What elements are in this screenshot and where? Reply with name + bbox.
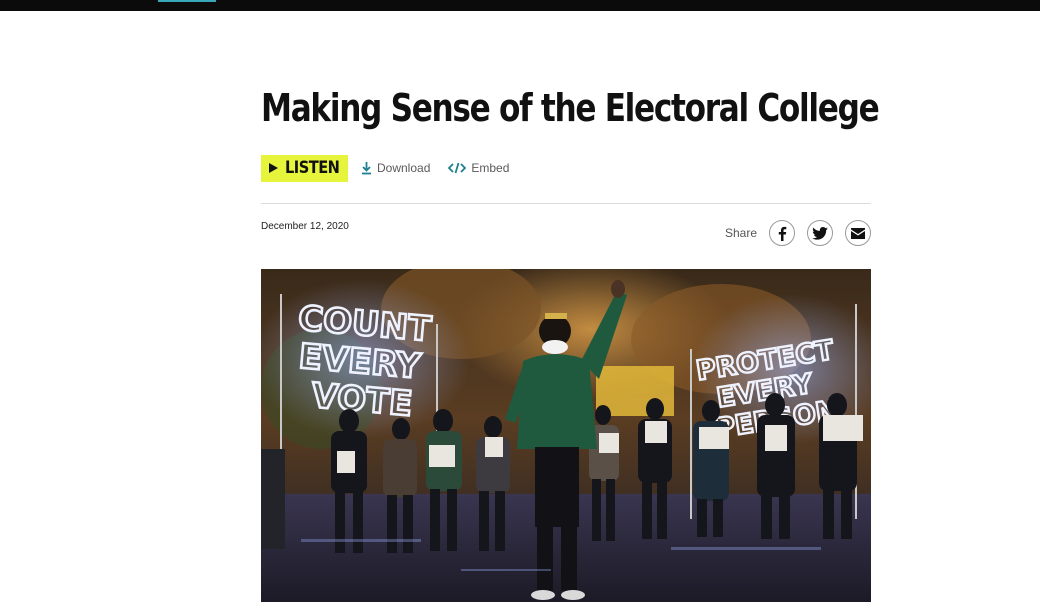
listen-button[interactable]: LISTEN	[261, 154, 348, 182]
facebook-icon	[778, 226, 787, 241]
envelope-icon	[851, 227, 865, 239]
protest-photo-image: COUNT EVERY VOTE PROTECT EVERY PERSON	[261, 269, 871, 602]
play-icon	[269, 163, 278, 173]
email-share-button[interactable]	[845, 220, 871, 246]
nav-active-indicator[interactable]	[158, 0, 216, 2]
code-icon	[448, 162, 467, 174]
share-bar: Share	[725, 219, 871, 247]
facebook-share-button[interactable]	[769, 220, 795, 246]
audio-actions: LISTEN Download Embed	[261, 154, 509, 182]
twitter-share-button[interactable]	[807, 220, 833, 246]
article-title: Making Sense of the Electoral College	[261, 86, 880, 130]
download-link[interactable]: Download	[361, 161, 430, 175]
embed-link[interactable]: Embed	[448, 161, 509, 175]
top-nav-bar	[0, 0, 1040, 11]
download-icon	[361, 161, 372, 175]
hero-photo: COUNT EVERY VOTE PROTECT EVERY PERSON	[261, 269, 871, 602]
share-label: Share	[724, 226, 757, 240]
divider	[261, 203, 871, 204]
twitter-icon	[812, 226, 828, 240]
listen-label: LISTEN	[285, 158, 340, 178]
download-label: Download	[377, 161, 431, 175]
publish-date: December 12, 2020	[261, 221, 349, 232]
embed-label: Embed	[471, 161, 510, 175]
